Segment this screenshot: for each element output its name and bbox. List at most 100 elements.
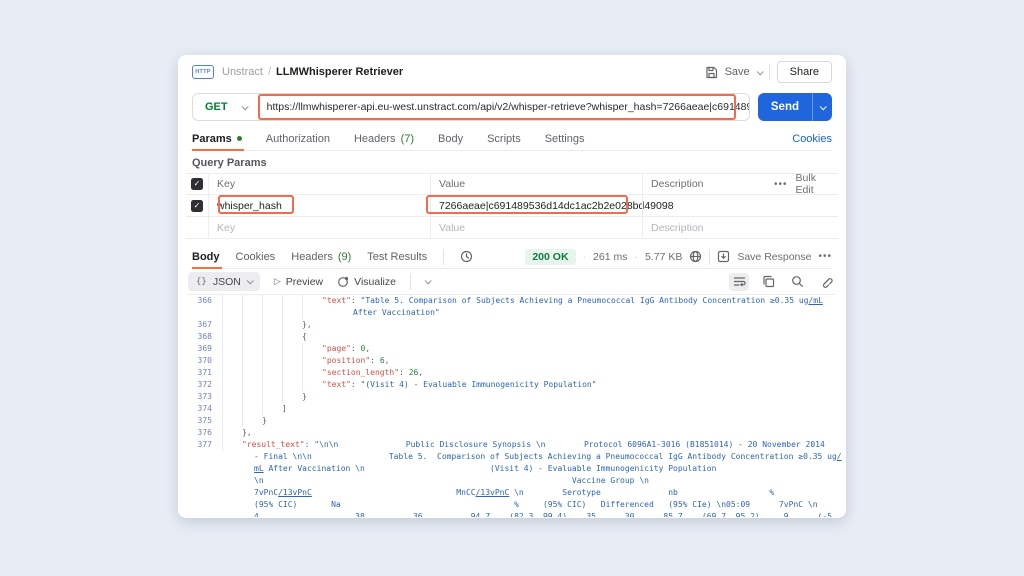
line-number: 370: [186, 355, 212, 367]
breadcrumb-request-name[interactable]: LLMWhisperer Retriever: [276, 66, 403, 78]
divider: [769, 64, 770, 80]
history-clock-icon[interactable]: [460, 250, 473, 263]
divider: [410, 274, 411, 290]
code-line: 7vPnC/13vPnC MnCC/13vPnC \n Serotype nb …: [186, 487, 842, 499]
visualize-button[interactable]: Visualize: [337, 276, 396, 288]
request-tabs: Params Authorization Headers (7) Body Sc…: [192, 127, 832, 151]
table-header-row: ✓ Key Value Description ••• Bulk Edit: [186, 173, 838, 195]
indent-guides: [222, 415, 262, 427]
code-link[interactable]: /: [837, 452, 842, 461]
search-button[interactable]: [787, 273, 807, 291]
indent-guides: [222, 379, 322, 391]
response-tab-test-results[interactable]: Test Results: [367, 245, 427, 268]
network-globe-icon[interactable]: [689, 250, 702, 263]
code-line: After Vaccination": [186, 307, 842, 319]
param-value-placeholder[interactable]: Value: [430, 217, 642, 238]
code-link[interactable]: /13vPnC: [278, 488, 312, 497]
tab-scripts[interactable]: Scripts: [487, 127, 521, 150]
code-line: 369"page": 0,: [186, 343, 842, 355]
tab-authorization[interactable]: Authorization: [266, 127, 330, 150]
save-response-icon: [717, 250, 730, 263]
format-selector[interactable]: {} JSON: [188, 272, 260, 291]
braces-icon: {}: [196, 277, 207, 287]
wrap-text-button[interactable]: [729, 273, 749, 291]
indent-guides: [222, 439, 242, 451]
indent-guides: [222, 331, 302, 343]
response-tab-headers[interactable]: Headers (9): [291, 245, 351, 268]
send-label[interactable]: Send: [758, 93, 812, 121]
indent-guides: [222, 391, 302, 403]
param-key-cell[interactable]: whisper_hash: [208, 195, 430, 216]
code-line: 368{: [186, 331, 842, 343]
code-line: mL After Vaccination \n (Visit 4) - Eval…: [186, 463, 842, 475]
method-selector[interactable]: GET: [193, 101, 259, 113]
divider: [709, 249, 710, 265]
code-line: \n Vaccine Group \n: [186, 475, 842, 487]
column-header-description: Description: [642, 174, 774, 194]
param-value-cell[interactable]: 7266aeae|c691489536d14dc1ac2b2e028bd4909…: [430, 195, 642, 216]
status-badge: 200 OK: [525, 249, 575, 265]
response-time: 261 ms: [593, 251, 627, 263]
send-dropdown[interactable]: [812, 93, 832, 121]
param-description-placeholder[interactable]: Description: [642, 217, 774, 238]
save-button[interactable]: Save: [725, 66, 750, 78]
column-header-key: Key: [208, 174, 430, 194]
breadcrumb-separator: /: [268, 66, 271, 78]
response-more-icon[interactable]: •••: [818, 251, 832, 262]
code-line: 377"result_text": "\n\n Public Disclosur…: [186, 439, 842, 451]
query-params-table: ✓ Key Value Description ••• Bulk Edit ✓ …: [186, 173, 838, 239]
preview-button[interactable]: ▷ Preview: [274, 276, 323, 288]
indent-guides: [222, 307, 322, 319]
send-button[interactable]: Send: [758, 93, 832, 121]
column-header-value: Value: [430, 174, 642, 194]
share-button[interactable]: Share: [777, 61, 832, 83]
response-tab-cookies[interactable]: Cookies: [236, 245, 276, 268]
select-all-checkbox[interactable]: ✓: [191, 178, 203, 190]
save-icon: [705, 66, 718, 79]
url-bar: GET https://llmwhisperer-api.eu-west.uns…: [192, 93, 832, 121]
link-button[interactable]: [816, 273, 836, 291]
line-number: 368: [186, 331, 212, 343]
tab-params[interactable]: Params: [192, 127, 242, 150]
indent-guides: [222, 319, 302, 331]
tab-body[interactable]: Body: [438, 127, 463, 150]
code-line: 373}: [186, 391, 842, 403]
save-dropdown-chevron-icon[interactable]: [756, 68, 763, 75]
response-body-code[interactable]: 366"text": "Table 5. Comparison of Subje…: [186, 295, 842, 517]
save-response-button[interactable]: Save Response: [737, 251, 811, 263]
http-request-icon: HTTP: [192, 65, 214, 79]
param-key-placeholder[interactable]: Key: [208, 217, 430, 238]
code-line: (95% CIC) Na % (95% CIC) Differenced (95…: [186, 499, 842, 511]
params-more-icon[interactable]: •••: [774, 179, 788, 190]
postman-window: HTTP Unstract / LLMWhisperer Retriever S…: [178, 55, 846, 518]
preview-icon: ▷: [274, 276, 281, 287]
cookies-link[interactable]: Cookies: [792, 133, 832, 145]
code-line: 375}: [186, 415, 842, 427]
dot-separator: ·: [583, 251, 587, 263]
row-checkbox[interactable]: ✓: [191, 200, 203, 212]
url-input[interactable]: https://llmwhisperer-api.eu-west.unstrac…: [259, 93, 749, 121]
indent-guides: [222, 343, 322, 355]
code-line: 371"section_length": 26,: [186, 367, 842, 379]
breadcrumb-workspace[interactable]: Unstract: [222, 66, 263, 78]
code-link[interactable]: mL: [254, 464, 264, 473]
tab-headers[interactable]: Headers (7): [354, 127, 414, 150]
code-link[interactable]: /13vPnC: [476, 488, 510, 497]
response-tab-body[interactable]: Body: [192, 245, 220, 268]
indent-guides: [222, 367, 322, 379]
method-chevron-icon: [241, 103, 248, 110]
request-header: HTTP Unstract / LLMWhisperer Retriever S…: [178, 55, 846, 89]
param-description-cell[interactable]: [642, 195, 774, 216]
code-line: 374]: [186, 403, 842, 415]
copy-button[interactable]: [758, 273, 778, 291]
params-modified-dot: [237, 136, 242, 141]
bulk-edit-button[interactable]: Bulk Edit: [796, 172, 832, 196]
code-link[interactable]: /mL: [808, 296, 822, 305]
code-line: 372"text": "(Visit 4) - Evaluable Immuno…: [186, 379, 842, 391]
toolbar-chevron-icon[interactable]: [425, 277, 432, 284]
url-input-container: GET https://llmwhisperer-api.eu-west.uns…: [192, 93, 750, 121]
line-number: 366: [186, 295, 212, 307]
line-number: 376: [186, 427, 212, 439]
dot-separator: ·: [634, 251, 638, 263]
tab-settings[interactable]: Settings: [545, 127, 585, 150]
